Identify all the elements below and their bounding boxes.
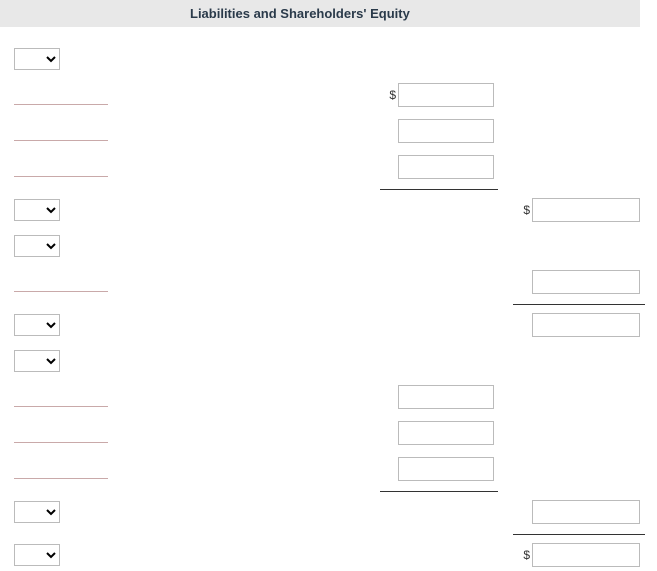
- total-input-14[interactable]: [532, 543, 640, 567]
- subtotal-rule-4: [513, 534, 645, 535]
- label-input-10[interactable]: [14, 387, 108, 407]
- form-viewport: Liabilities and Shareholders' Equity $: [0, 0, 657, 571]
- category-select-5[interactable]: [14, 199, 60, 221]
- row-14: $: [0, 541, 657, 569]
- row-7: [0, 268, 657, 296]
- category-select-1[interactable]: [14, 48, 60, 70]
- subtotal-rule-2: [513, 304, 645, 305]
- subtotal-rule-1: [380, 189, 498, 190]
- amount-input-10[interactable]: [398, 385, 494, 409]
- total-input-7[interactable]: [532, 270, 640, 294]
- subtotal-rule-3: [380, 491, 498, 492]
- form-content: Liabilities and Shareholders' Equity $: [0, 0, 657, 571]
- row-9: [0, 347, 657, 375]
- currency-symbol-5: $: [518, 203, 532, 217]
- row-1: [0, 45, 657, 73]
- currency-symbol-2: $: [384, 88, 398, 102]
- category-select-13[interactable]: [14, 501, 60, 523]
- total-input-5[interactable]: [532, 198, 640, 222]
- row-13: [0, 498, 657, 526]
- amount-input-11[interactable]: [398, 421, 494, 445]
- row-8: [0, 311, 657, 339]
- section-title: Liabilities and Shareholders' Equity: [190, 6, 410, 21]
- row-11: [0, 419, 657, 447]
- category-select-9[interactable]: [14, 350, 60, 372]
- currency-symbol-14: $: [518, 548, 532, 562]
- label-input-3[interactable]: [14, 121, 108, 141]
- row-12: [0, 455, 657, 483]
- section-header-liabilities-equity: Liabilities and Shareholders' Equity: [0, 0, 640, 27]
- row-4: [0, 153, 657, 181]
- row-2: $: [0, 81, 657, 109]
- row-3: [0, 117, 657, 145]
- label-input-4[interactable]: [14, 157, 108, 177]
- row-10: [0, 383, 657, 411]
- amount-input-4[interactable]: [398, 155, 494, 179]
- total-input-8[interactable]: [532, 313, 640, 337]
- amount-input-3[interactable]: [398, 119, 494, 143]
- category-select-8[interactable]: [14, 314, 60, 336]
- amount-input-2[interactable]: [398, 83, 494, 107]
- label-input-7[interactable]: [14, 272, 108, 292]
- row-6: [0, 232, 657, 260]
- label-input-2[interactable]: [14, 85, 108, 105]
- category-select-14[interactable]: [14, 544, 60, 566]
- row-5: $: [0, 196, 657, 224]
- label-input-12[interactable]: [14, 459, 108, 479]
- amount-input-12[interactable]: [398, 457, 494, 481]
- total-input-13[interactable]: [532, 500, 640, 524]
- label-input-11[interactable]: [14, 423, 108, 443]
- category-select-6[interactable]: [14, 235, 60, 257]
